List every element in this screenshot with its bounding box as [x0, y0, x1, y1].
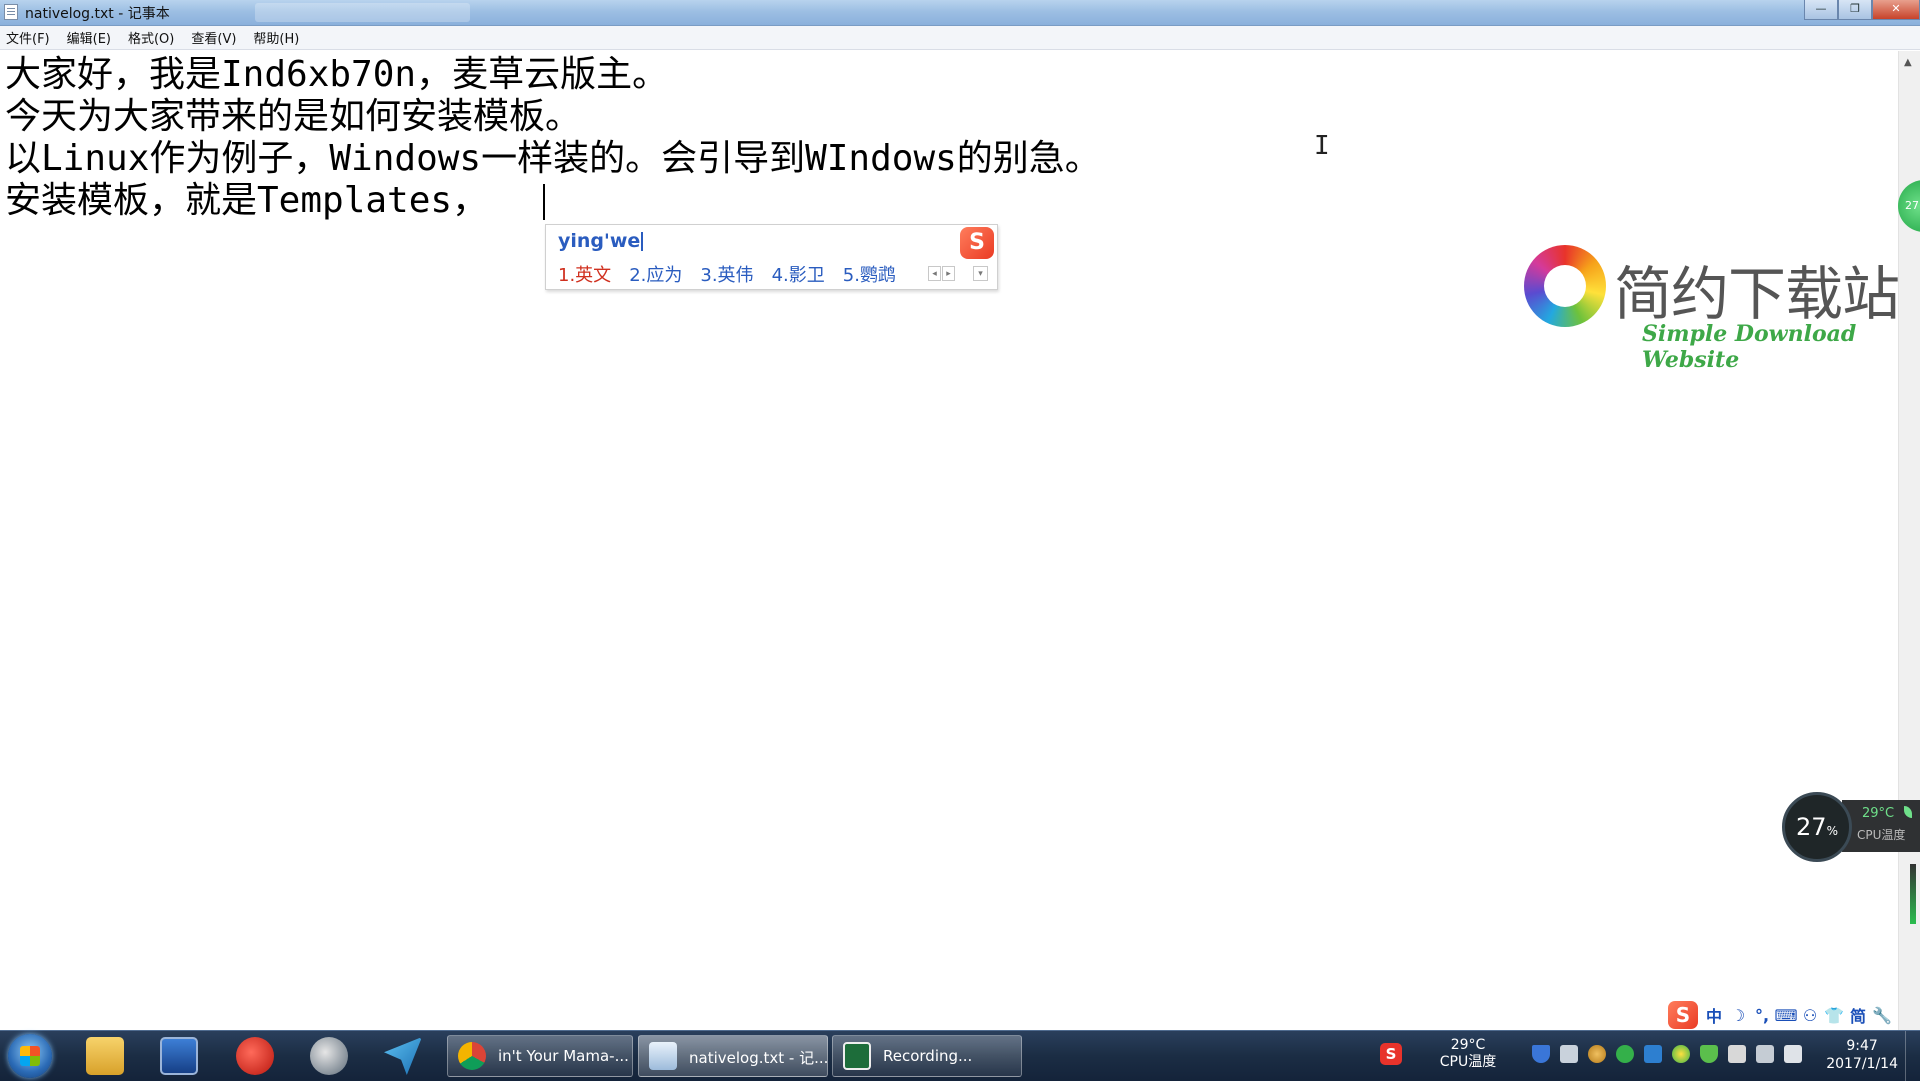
punctuation-icon[interactable]: °, [1750, 1006, 1774, 1025]
notepad-icon [4, 4, 18, 20]
menu-edit[interactable]: 编辑(E) [67, 28, 111, 47]
window-title: nativelog.txt - 记事本 [25, 6, 170, 22]
text-caret [543, 184, 545, 220]
taskbar-app-label: in't Your Mama-... [498, 1047, 629, 1065]
ime-candidate[interactable]: 1.英文 [558, 261, 611, 287]
taskbar-app-recording[interactable]: Recording... [832, 1035, 1022, 1077]
ime-page-nav: ◂ ▸ [928, 266, 956, 281]
menu-file[interactable]: 文件(F) [6, 28, 50, 47]
taskbar-app-label: Recording... [883, 1047, 973, 1065]
show-desktop-button[interactable] [1905, 1031, 1920, 1081]
ime-mode-chinese[interactable]: 中 [1702, 1003, 1726, 1027]
skin-icon[interactable]: 👕 [1822, 1006, 1846, 1025]
text-line: 安装模板，就是Templates， [5, 180, 489, 221]
wechat-icon[interactable] [1616, 1045, 1634, 1063]
notepad-taskbar-icon [649, 1042, 677, 1070]
ime-candidate-window: ying'we S 1.英文 2.应为 3.英伟 4.影卫 5.鹦鹉 ◂ ▸ ▾ [545, 224, 998, 290]
sogou-logo-icon: S [960, 227, 994, 259]
ime-candidate[interactable]: 3.英伟 [700, 261, 753, 287]
window-controls: — ❐ ✕ [1804, 0, 1920, 20]
red-app-icon[interactable] [236, 1037, 274, 1075]
text-line: 大家好，我是Ind6xb70n，麦草云版主。 [5, 54, 669, 95]
title-bar[interactable]: nativelog.txt - 记事本 — ❐ ✕ [0, 0, 1920, 26]
ime-pinyin-text: ying'we [558, 230, 641, 252]
cpu-monitor-widget[interactable]: 27% 29°C CPU温度 [1782, 792, 1920, 864]
explorer-icon[interactable] [86, 1037, 124, 1075]
people-icon[interactable] [1588, 1045, 1606, 1063]
chrome-icon [458, 1042, 486, 1070]
ibeam-cursor-icon: I [1314, 131, 1330, 161]
background-window-ghost [255, 3, 470, 22]
ime-expand-icon[interactable]: ▾ [973, 266, 988, 281]
menu-view[interactable]: 查看(V) [191, 28, 236, 47]
cpu-percent: 27 [1796, 813, 1827, 841]
ime-prev-page-icon[interactable]: ◂ [928, 266, 941, 281]
bluetooth-icon[interactable] [1644, 1045, 1662, 1063]
ime-composition: ying'we [558, 230, 644, 252]
text-line: 以Linux作为例子，Windows一样装的。会引导到WIndows的别急。 [5, 138, 1101, 179]
ime-candidate[interactable]: 5.鹦鹉 [843, 261, 896, 287]
tray-cpu-temp[interactable]: 29°C CPU温度 [1438, 1037, 1498, 1071]
maximize-button[interactable]: ❐ [1838, 0, 1872, 20]
watermark-en: Simple Download Website [1642, 321, 1857, 373]
ime-next-page-icon[interactable]: ▸ [942, 266, 955, 281]
sogou-tray-icon[interactable]: S [1380, 1043, 1402, 1065]
ime-caret [641, 232, 644, 251]
guard-icon[interactable] [1700, 1045, 1718, 1063]
taskbar-app-notepad[interactable]: nativelog.txt - 记... [638, 1035, 828, 1077]
text-line: 今天为大家带来的是如何安装模板。 [5, 96, 582, 137]
wrench-icon[interactable]: 🔧 [1870, 1006, 1894, 1025]
clock-date: 2017/1/14 [1826, 1056, 1898, 1072]
menu-bar: 文件(F) 编辑(E) 格式(O) 查看(V) 帮助(H) [0, 26, 1920, 50]
bird-app-icon[interactable] [384, 1037, 422, 1075]
network-share-icon[interactable] [1560, 1045, 1578, 1063]
start-button[interactable] [8, 1034, 52, 1078]
taskbar-app-label: nativelog.txt - 记... [689, 1049, 829, 1067]
minimize-button[interactable]: — [1804, 0, 1838, 20]
user-icon[interactable]: ⚇ [1798, 1006, 1822, 1025]
menu-help[interactable]: 帮助(H) [253, 28, 299, 47]
cpu-temp: 29°C [1862, 806, 1895, 821]
text-editor[interactable]: 大家好，我是Ind6xb70n，麦草云版主。 今天为大家带来的是如何安装模板。 … [0, 51, 1898, 1030]
shield-icon[interactable] [1532, 1045, 1550, 1063]
tray-temp-label: CPU温度 [1439, 1054, 1497, 1070]
side-indicator-strip [1910, 864, 1916, 924]
ime-mode-simplified[interactable]: 简 [1846, 1003, 1870, 1027]
cpu-usage-gauge: 27% [1782, 792, 1852, 862]
network-icon[interactable] [1756, 1045, 1774, 1063]
taskbar: in't Your Mama-... nativelog.txt - 记... … [0, 1030, 1920, 1081]
sogou-status-logo-icon[interactable]: S [1668, 1001, 1698, 1029]
cpu-temp-label: CPU温度 [1857, 828, 1906, 842]
security-360-icon[interactable] [1672, 1045, 1690, 1063]
keyboard-icon[interactable]: ⌨ [1774, 1006, 1798, 1025]
ime-candidate-list: 1.英文 2.应为 3.英伟 4.影卫 5.鹦鹉 [558, 261, 914, 287]
watermark-logo: 简约下载站 Simple Download Website [1524, 241, 1900, 373]
clock-time: 9:47 [1846, 1038, 1878, 1054]
ime-candidate[interactable]: 4.影卫 [772, 261, 825, 287]
scroll-up-icon[interactable]: ▲ [1904, 57, 1912, 68]
camtasia-icon [843, 1042, 871, 1070]
desktop-icon[interactable] [160, 1037, 198, 1075]
watermark-cn: 简约下载站 [1614, 260, 1900, 328]
clock[interactable]: 9:47 2017/1/14 [1826, 1037, 1898, 1073]
moon-icon[interactable]: ☽ [1726, 1006, 1750, 1025]
taskbar-app-chrome[interactable]: in't Your Mama-... [447, 1035, 633, 1077]
ime-candidate[interactable]: 2.应为 [629, 261, 682, 287]
tray-temp-value: 29°C [1450, 1037, 1486, 1053]
ime-status-bar: S 中 ☽ °, ⌨ ⚇ 👕 简 🔧 [1668, 1000, 1894, 1030]
menu-format[interactable]: 格式(O) [128, 28, 174, 47]
site-logo-icon [1524, 245, 1606, 327]
tools-icon[interactable] [310, 1037, 348, 1075]
close-button[interactable]: ✕ [1872, 0, 1920, 20]
speaker-muted-icon[interactable] [1728, 1045, 1746, 1063]
volume-icon[interactable] [1784, 1045, 1802, 1063]
cpu-percent-unit: % [1826, 824, 1838, 838]
